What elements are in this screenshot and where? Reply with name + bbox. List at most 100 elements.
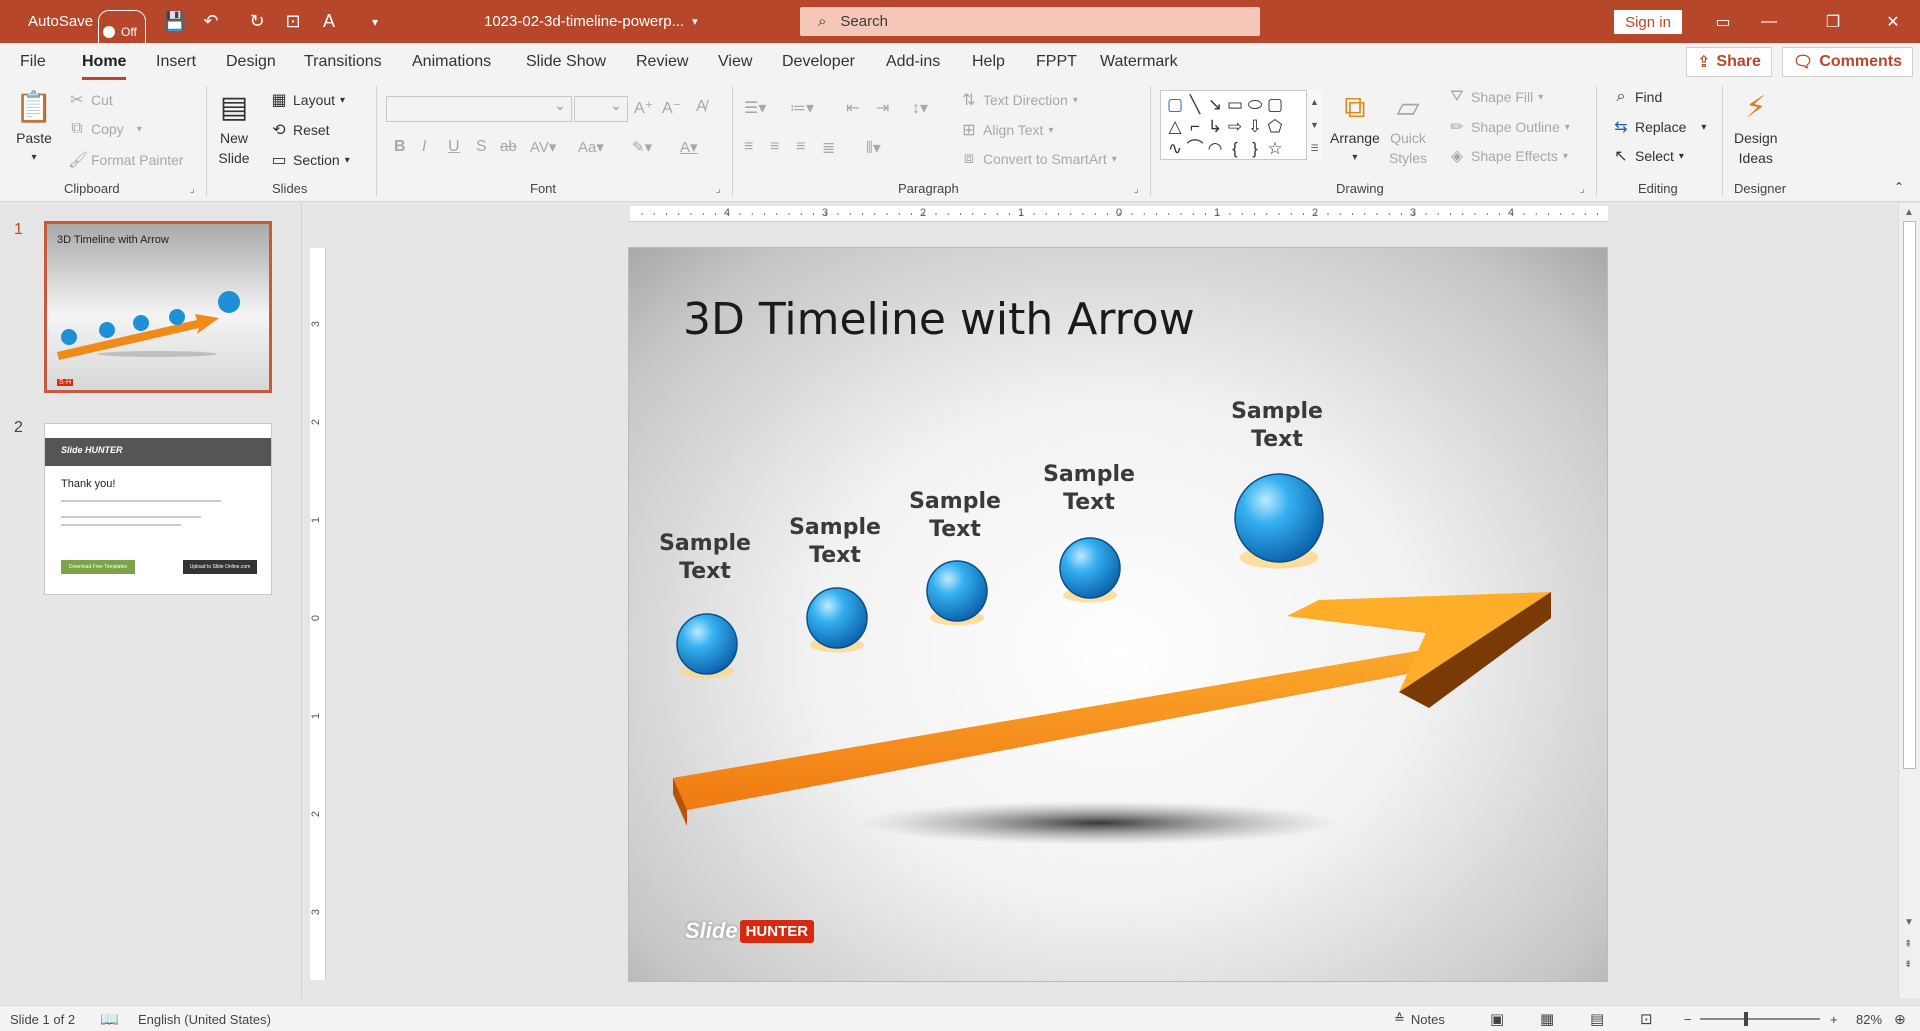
gallery-scroll[interactable]: ▲ ▼ ☰ xyxy=(1306,90,1322,160)
elbow-arrow-shape-icon[interactable]: ↳ xyxy=(1205,116,1225,138)
decrease-indent-icon[interactable]: ⇤ xyxy=(846,98,859,118)
highlight-icon[interactable]: ✎▾ xyxy=(632,138,652,156)
milestone-sphere-4[interactable] xyxy=(1059,537,1121,599)
paste-button[interactable]: 📋 Paste ▾ xyxy=(14,88,54,168)
arrow-line-shape-icon[interactable]: ↘ xyxy=(1205,94,1225,116)
shapes-gallery[interactable]: ▢ ╲ ↘ ▭ ⬭ ▢ △ ⌐ ↳ ⇨ ⇩ ⬠ ∿ ⌒ ◠ { } ☆ xyxy=(1160,90,1322,160)
scrollbar-thumb[interactable] xyxy=(1903,221,1916,769)
close-icon[interactable]: ✕ xyxy=(1870,0,1916,43)
tab-help[interactable]: Help xyxy=(972,43,1005,80)
bold-icon[interactable]: B xyxy=(394,138,406,156)
slide-canvas[interactable]: 3D Timeline with Arrow Sample Text Sampl… xyxy=(628,247,1608,982)
find-button[interactable]: ⌕ Find xyxy=(1612,88,1663,106)
dialog-launcher-icon[interactable]: ⌟ xyxy=(716,184,721,195)
strikethrough-icon[interactable]: ab xyxy=(500,138,517,155)
right-brace-shape-icon[interactable]: } xyxy=(1245,138,1265,160)
shape-effects-button[interactable]: ◈ Shape Effects ▾ xyxy=(1448,146,1568,166)
rounded-rect-shape-icon[interactable]: ▢ xyxy=(1265,94,1285,116)
section-button[interactable]: ▭ Section ▾ xyxy=(270,150,349,170)
convert-smartart-button[interactable]: ⧈ Convert to SmartArt ▾ xyxy=(960,150,1117,168)
format-painter-button[interactable]: 🖌 Format Painter xyxy=(68,150,184,170)
present-icon[interactable]: ⊡ xyxy=(280,0,306,43)
redo-icon[interactable]: ↻ xyxy=(244,0,270,43)
milestone-label-1[interactable]: Sample Text xyxy=(635,530,775,586)
arrow-top-face[interactable] xyxy=(673,600,1481,810)
tab-home[interactable]: Home xyxy=(82,43,127,80)
copy-button[interactable]: ⧉ Copy ▾ xyxy=(68,120,141,138)
customize-qat-icon[interactable]: ▾ xyxy=(362,0,388,43)
sign-in-button[interactable]: Sign in xyxy=(1614,10,1682,34)
new-slide-button[interactable]: ▤ New Slide xyxy=(214,88,254,168)
slide-sorter-icon[interactable]: ▦ xyxy=(1540,1006,1554,1031)
milestone-sphere-1[interactable] xyxy=(676,613,738,675)
zoom-in-icon[interactable]: + xyxy=(1830,1006,1838,1031)
grow-font-icon[interactable]: A⁺ xyxy=(634,98,653,118)
slide-thumbnail-2[interactable]: Slide HUNTER Thank you! Download Free Te… xyxy=(44,423,272,595)
slideshow-view-icon[interactable]: ⊡ xyxy=(1640,1006,1653,1031)
tab-insert[interactable]: Insert xyxy=(156,43,196,80)
underline-icon[interactable]: U xyxy=(448,138,460,156)
zoom-out-icon[interactable]: − xyxy=(1684,1006,1692,1031)
text-direction-button[interactable]: ⇅ Text Direction ▾ xyxy=(960,90,1078,110)
scroll-up-icon[interactable]: ▲ xyxy=(1904,207,1914,218)
zoom-slider-track[interactable] xyxy=(1700,1018,1820,1020)
font-color-icon[interactable]: A▾ xyxy=(680,138,698,156)
slide-info[interactable]: Slide 1 of 2 xyxy=(10,1006,75,1031)
dialog-launcher-icon[interactable]: ⌟ xyxy=(190,184,195,195)
select-button[interactable]: ↖ Select ▾ xyxy=(1612,146,1684,166)
italic-icon[interactable]: I xyxy=(422,138,426,156)
next-slide-icon[interactable]: ⇟ xyxy=(1904,959,1912,970)
restore-icon[interactable]: ❐ xyxy=(1810,0,1856,43)
font-color-icon[interactable]: A xyxy=(316,0,342,43)
tab-watermark[interactable]: Watermark xyxy=(1100,43,1178,80)
comments-button[interactable]: 🗨 Comments xyxy=(1782,47,1913,77)
bullets-icon[interactable]: ☰▾ xyxy=(744,98,766,118)
tab-file[interactable]: File xyxy=(20,43,46,80)
milestone-label-2[interactable]: Sample Text xyxy=(765,514,905,570)
align-left-icon[interactable]: ≡ xyxy=(744,138,753,156)
elbow-shape-icon[interactable]: ⌐ xyxy=(1185,116,1205,138)
reading-view-icon[interactable]: ▤ xyxy=(1590,1006,1604,1031)
chevron-up-icon[interactable]: ▲ xyxy=(1310,97,1319,107)
shrink-font-icon[interactable]: A⁻ xyxy=(662,98,681,118)
fit-to-window-icon[interactable]: ⊕ xyxy=(1894,1006,1906,1031)
cut-button[interactable]: ✂ Cut xyxy=(68,90,113,110)
share-button[interactable]: ⇪ Share xyxy=(1686,47,1772,77)
normal-view-icon[interactable]: ▣ xyxy=(1490,1006,1504,1031)
tab-animations[interactable]: Animations xyxy=(412,43,491,80)
dialog-launcher-icon[interactable]: ⌟ xyxy=(1580,184,1585,195)
save-icon[interactable]: 💾 xyxy=(162,0,188,43)
align-center-icon[interactable]: ≡ xyxy=(770,138,779,156)
oval-shape-icon[interactable]: ⬭ xyxy=(1245,94,1265,116)
dialog-launcher-icon[interactable]: ⌟ xyxy=(1134,184,1139,195)
shape-fill-button[interactable]: ⛛ Shape Fill ▾ xyxy=(1448,88,1543,106)
font-family-combo[interactable] xyxy=(386,96,572,122)
shadow-icon[interactable]: S xyxy=(476,138,487,156)
document-title[interactable]: 1023-02-3d-timeline-powerp... ▾ xyxy=(484,0,698,43)
layout-button[interactable]: ▦ Layout ▾ xyxy=(270,90,345,110)
tab-design[interactable]: Design xyxy=(226,43,276,80)
slide-thumbnail-1[interactable]: 3D Timeline with Arrow S·H xyxy=(44,221,272,393)
reset-button[interactable]: ⟲ Reset xyxy=(270,120,329,140)
zoom-level[interactable]: 82% xyxy=(1856,1006,1882,1031)
line-spacing-icon[interactable]: ↕▾ xyxy=(912,98,928,118)
language-label[interactable]: English (United States) xyxy=(138,1006,271,1031)
vertical-scrollbar[interactable]: ▲ ▼ ⇞ ⇟ xyxy=(1898,203,1920,998)
shape-outline-button[interactable]: ✏ Shape Outline ▾ xyxy=(1448,117,1569,137)
left-brace-shape-icon[interactable]: { xyxy=(1225,138,1245,160)
undo-icon[interactable]: ↶ xyxy=(198,0,224,43)
minimize-icon[interactable]: — xyxy=(1746,0,1792,43)
milestone-label-3[interactable]: Sample Text xyxy=(885,488,1025,544)
star-shape-icon[interactable]: ☆ xyxy=(1265,138,1285,160)
slide-title[interactable]: 3D Timeline with Arrow xyxy=(683,294,1195,345)
design-ideas-button[interactable]: ⚡ Design Ideas xyxy=(1734,88,1778,168)
vertical-ruler[interactable]: 3 2 1 0 1 2 3 xyxy=(310,248,326,980)
tab-transitions[interactable]: Transitions xyxy=(304,43,382,80)
justify-icon[interactable]: ≣ xyxy=(822,138,835,158)
columns-icon[interactable]: ⫴▾ xyxy=(866,138,881,158)
down-arrow-shape-icon[interactable]: ⇩ xyxy=(1245,116,1265,138)
timeline-graphic[interactable] xyxy=(629,248,1608,982)
align-right-icon[interactable]: ≡ xyxy=(796,138,805,156)
character-spacing-icon[interactable]: AV▾ xyxy=(530,138,556,156)
milestone-label-5[interactable]: Sample Text xyxy=(1207,398,1347,454)
